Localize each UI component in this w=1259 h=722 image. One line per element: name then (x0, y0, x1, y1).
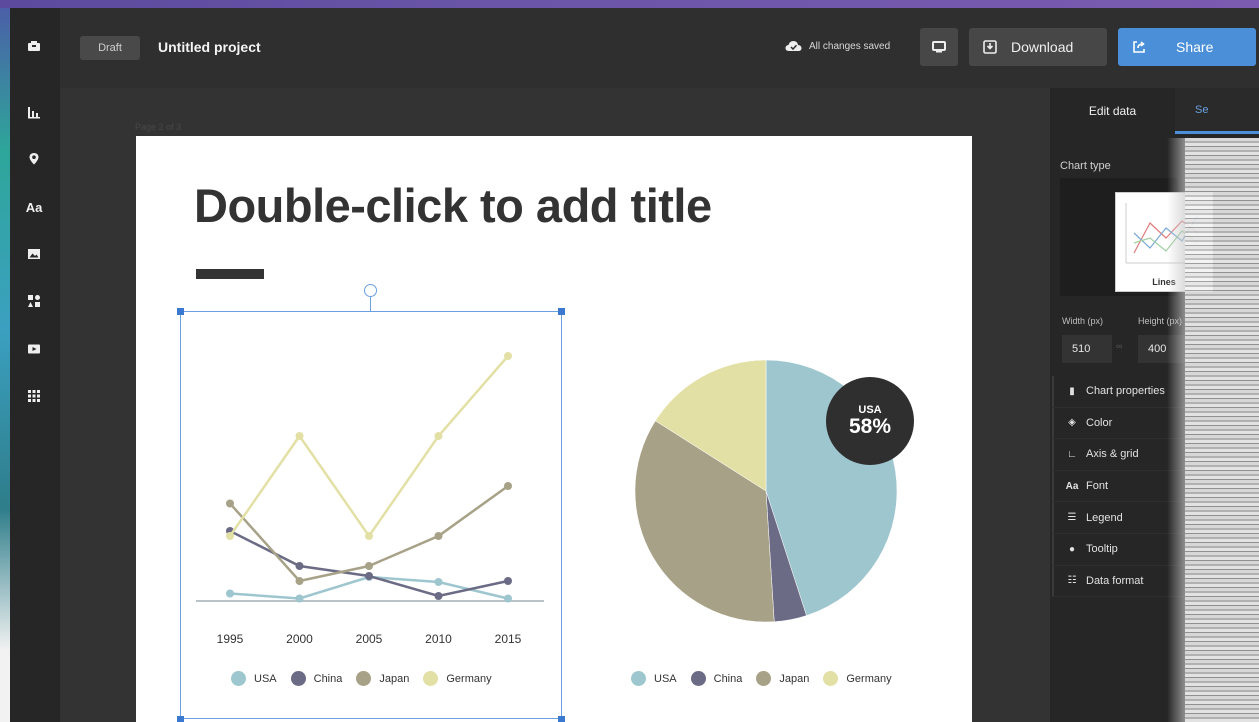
save-status: All changes saved (785, 40, 890, 52)
selection-box (180, 311, 562, 719)
legend-swatch (231, 671, 246, 686)
property-label: Axis & grid (1086, 448, 1139, 461)
app-window: Aa Draft Untitled project All changes sa… (10, 8, 1259, 722)
background-strip (0, 0, 1259, 8)
resize-handle-top-left[interactable] (177, 308, 184, 315)
blurred-panel-region (1167, 138, 1259, 722)
property-label: Color (1086, 416, 1113, 429)
share-icon (1133, 41, 1145, 53)
grid-icon[interactable] (20, 382, 48, 410)
rotate-handle[interactable] (364, 284, 377, 297)
line-chart-legend: USA China Japan Germany (231, 671, 492, 686)
tab-settings[interactable]: Se (1175, 88, 1259, 134)
resize-handle-top-right[interactable] (558, 308, 565, 315)
editor-canvas[interactable]: Page 2 of 3 Double-click to add title 19… (60, 88, 1050, 722)
slide-title[interactable]: Double-click to add title (194, 178, 712, 233)
slide-page[interactable]: Double-click to add title 1995 2000 2005 20… (136, 136, 972, 722)
text-icon[interactable]: Aa (20, 193, 48, 221)
legend-swatch (631, 671, 646, 686)
present-button[interactable] (920, 28, 958, 66)
chart-icon[interactable] (20, 98, 48, 126)
home-icon[interactable] (20, 32, 48, 60)
width-input[interactable]: 510 (1062, 335, 1112, 363)
tab-edit-data[interactable]: Edit data (1050, 88, 1175, 134)
cloud-check-icon (785, 41, 802, 51)
property-label: Chart properties (1086, 385, 1165, 398)
legend-item-germany: Germany (823, 671, 892, 686)
link-icon[interactable]: ∞ (1116, 341, 1122, 351)
legend-item-china: China (690, 671, 743, 686)
share-button[interactable]: Share (1118, 28, 1256, 66)
legend-item-japan: Japan (356, 671, 409, 686)
rotate-handle-stem (370, 296, 371, 311)
property-label: Font (1086, 480, 1109, 493)
title-underline (196, 269, 264, 279)
bar-chart-icon: ▮ (1069, 385, 1075, 397)
properties-panel: Edit data Se Chart type Lines Width (px)… (1050, 88, 1259, 722)
video-icon[interactable] (20, 335, 48, 363)
shapes-icon[interactable] (20, 287, 48, 315)
legend-label: Germany (846, 672, 892, 685)
legend-swatch (690, 671, 706, 686)
legend-label: Germany (446, 672, 492, 685)
page-indicator: Page 2 of 3 (135, 122, 182, 132)
download-icon (983, 40, 997, 54)
legend-icon: ☰ (1067, 512, 1077, 524)
share-label: Share (1176, 39, 1214, 55)
property-label: Tooltip (1086, 543, 1118, 556)
chart-type-label: Chart type (1060, 160, 1111, 172)
save-status-text: All changes saved (809, 40, 891, 52)
project-title[interactable]: Untitled project (158, 39, 261, 55)
paint-bucket-icon: ◈ (1068, 417, 1076, 429)
property-label: Legend (1086, 511, 1123, 524)
legend-item-usa: USA (231, 671, 277, 686)
legend-item-china: China (290, 671, 343, 686)
map-icon[interactable] (20, 145, 48, 173)
axis-icon: ∟ (1067, 448, 1077, 460)
tool-rail: Aa (10, 8, 60, 722)
speech-bubble-icon: ● (1068, 543, 1076, 555)
background-strip-left (0, 8, 10, 722)
legend-label: China (713, 672, 743, 685)
legend-label: Japan (779, 672, 810, 685)
draft-badge[interactable]: Draft (80, 36, 140, 60)
list-icon: ☷ (1067, 575, 1077, 587)
pie-badge-percent: 58% (848, 415, 892, 438)
pie-badge: USA 58% (826, 377, 914, 465)
legend-label: Japan (379, 672, 410, 685)
resize-handle-bottom-right[interactable] (558, 716, 565, 722)
top-bar: Draft Untitled project All changes saved… (60, 8, 1259, 88)
font-icon: Aa (1065, 480, 1079, 492)
legend-label: USA (254, 672, 277, 685)
text-icon-label: Aa (25, 199, 43, 215)
legend-label: China (313, 672, 343, 685)
legend-label: USA (654, 672, 677, 685)
legend-swatch (356, 671, 372, 686)
legend-swatch (823, 671, 839, 686)
download-label: Download (1011, 39, 1074, 55)
legend-swatch (290, 671, 306, 686)
property-label: Data format (1086, 574, 1144, 587)
legend-swatch (756, 671, 772, 686)
image-icon[interactable] (20, 240, 48, 268)
pie-chart-legend: USA China Japan Germany (631, 671, 892, 686)
width-label: Width (px) (1062, 316, 1104, 326)
legend-swatch (423, 671, 439, 686)
monitor-icon (932, 41, 946, 53)
legend-item-germany: Germany (423, 671, 492, 686)
legend-item-usa: USA (631, 671, 677, 686)
resize-handle-bottom-left[interactable] (177, 716, 184, 722)
download-button[interactable]: Download (969, 28, 1107, 66)
legend-item-japan: Japan (756, 671, 809, 686)
